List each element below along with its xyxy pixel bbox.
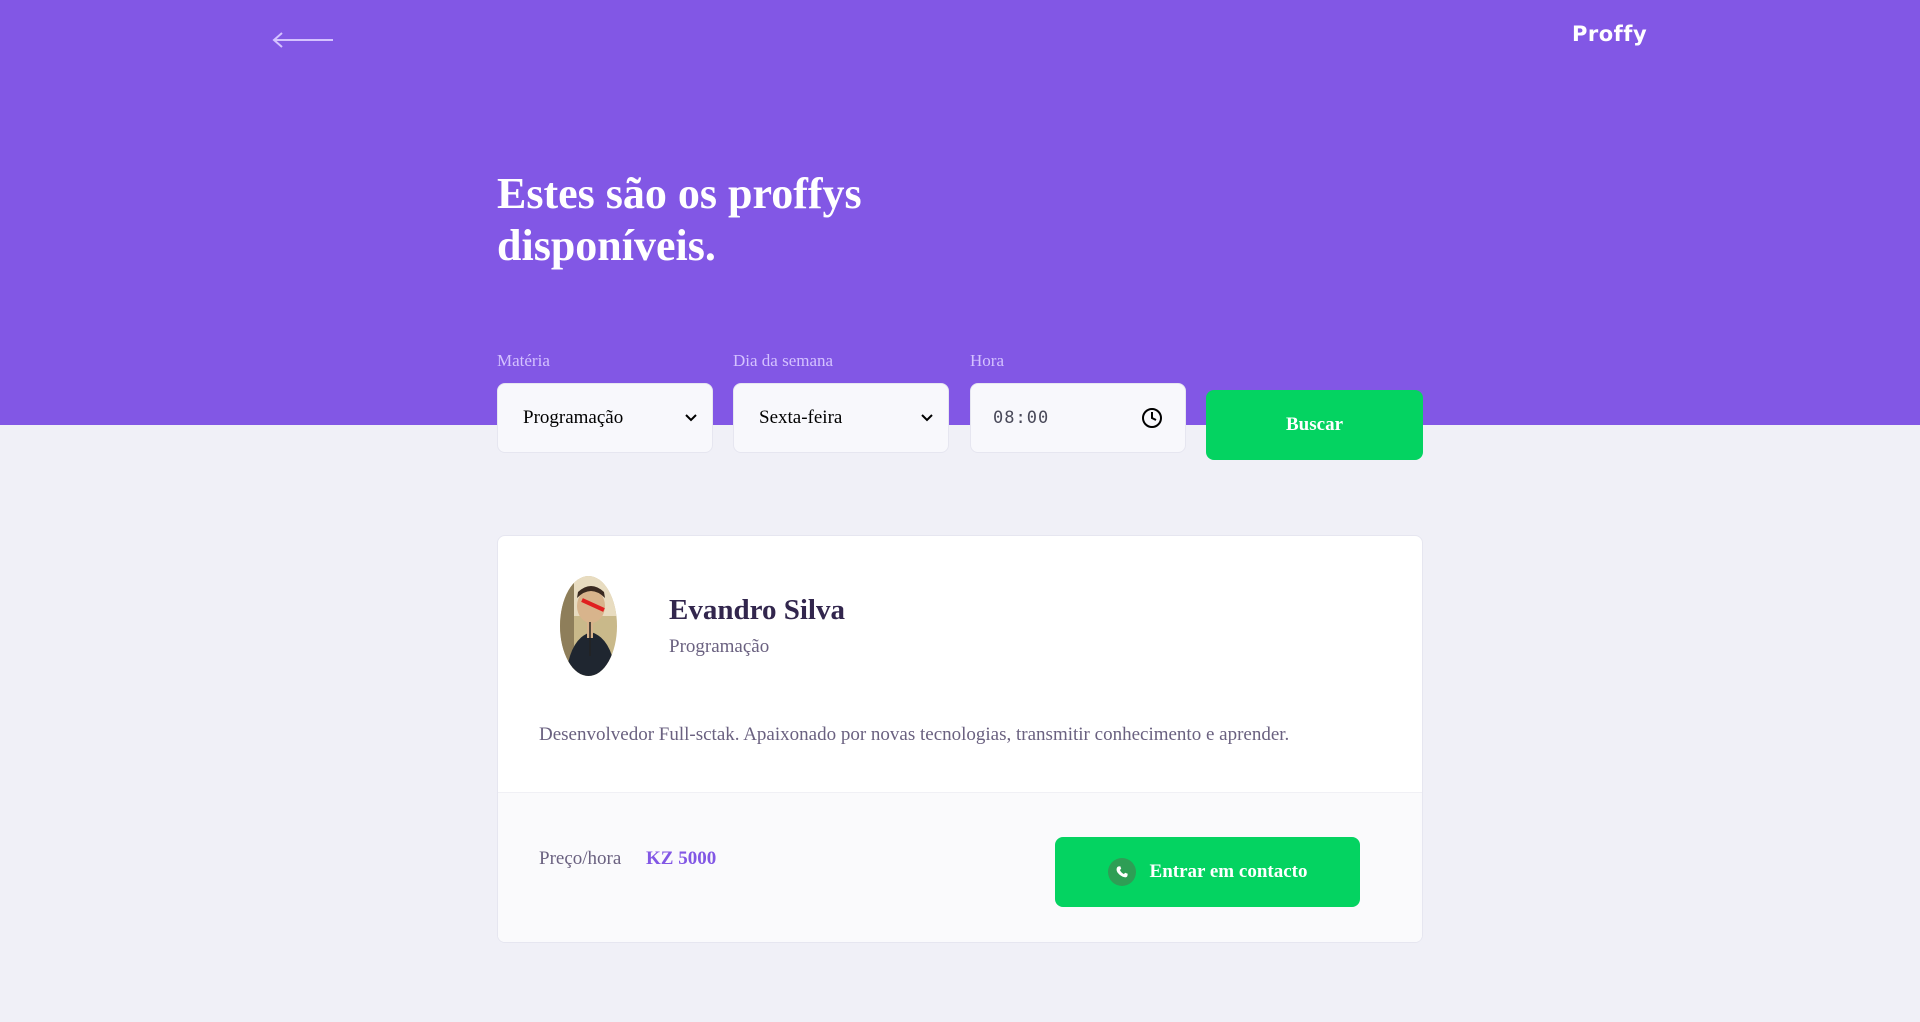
whatsapp-icon <box>1107 858 1136 886</box>
search-button[interactable]: Buscar <box>1206 390 1423 460</box>
subject-label: Matéria <box>497 351 550 370</box>
avatar <box>560 576 617 676</box>
weekday-select-value: Sexta-feira <box>759 407 843 428</box>
page-title: Estes são os proffys disponíveis. <box>497 169 862 270</box>
contact-button[interactable]: Entrar em contacto <box>1055 837 1360 907</box>
weekday-select[interactable]: Sexta-feira <box>733 383 949 453</box>
chevron-down-icon <box>685 414 697 422</box>
back-button[interactable] <box>270 26 336 54</box>
subject-select[interactable]: Programação <box>497 383 713 453</box>
subject-select-value: Programação <box>523 407 624 428</box>
card-footer: Preço/hora KZ 5000 Entrar em contacto <box>498 792 1422 942</box>
teacher-bio: Desenvolvedor Full-sctak. Apaixonado por… <box>539 724 1290 745</box>
price-label: Preço/hora <box>539 848 622 869</box>
time-input[interactable]: 08:00 <box>970 383 1186 453</box>
time-input-value: 08:00 <box>993 408 1050 428</box>
time-label: Hora <box>970 351 1004 370</box>
teacher-card: Evandro Silva Programação Desenvolvedor … <box>497 535 1423 943</box>
teacher-subject: Programação <box>669 636 770 657</box>
page: Proffy Estes são os proffys disponíveis.… <box>0 0 1920 1022</box>
chevron-down-icon <box>921 414 933 422</box>
logo: Proffy <box>1572 22 1648 46</box>
page-header: Proffy Estes são os proffys disponíveis.… <box>0 0 1920 460</box>
clock-icon[interactable] <box>1141 407 1163 429</box>
teacher-name: Evandro Silva <box>669 594 845 626</box>
contact-button-label: Entrar em contacto <box>1149 861 1308 882</box>
arrow-left-icon <box>272 32 333 48</box>
weekday-label: Dia da semana <box>733 351 834 370</box>
price-value: KZ 5000 <box>646 848 717 869</box>
